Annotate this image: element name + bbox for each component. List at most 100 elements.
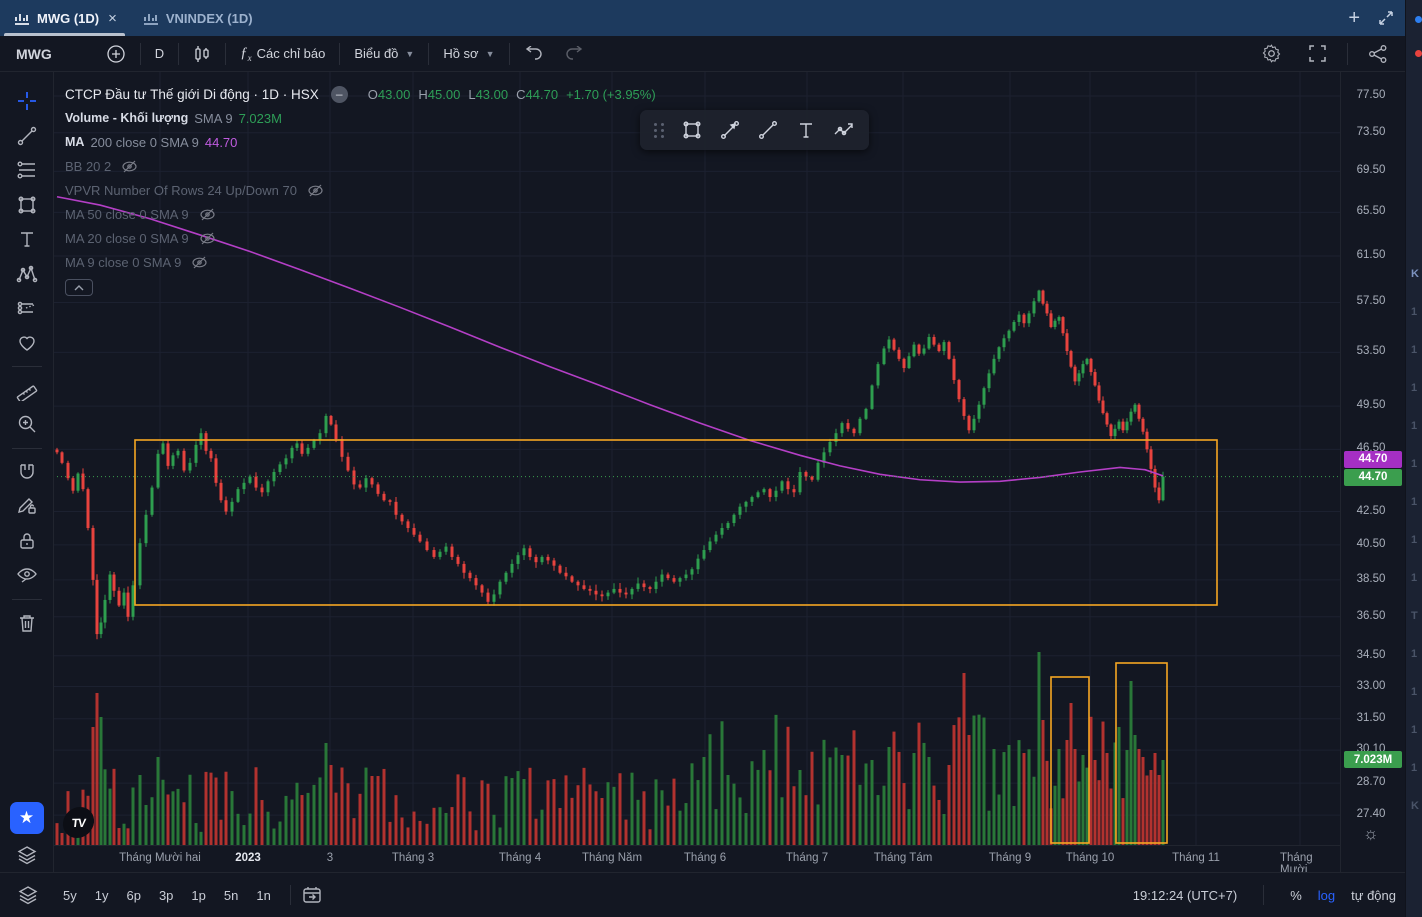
legend-row-ma9[interactable]: MA 9 close 0 SMA 9 bbox=[65, 250, 656, 274]
eye-slash-icon[interactable] bbox=[199, 232, 216, 245]
rectangle-tool-button[interactable] bbox=[675, 114, 709, 146]
trendline-icon bbox=[17, 126, 36, 145]
eye-slash-icon[interactable] bbox=[307, 184, 324, 197]
drawing-mode-button[interactable] bbox=[8, 489, 46, 523]
clock-label[interactable]: 19:12:24 (UTC+7) bbox=[1133, 888, 1237, 903]
range-6m-button[interactable]: 6p bbox=[117, 884, 149, 907]
legend-row-ma50[interactable]: MA 50 close 0 SMA 9 bbox=[65, 202, 656, 226]
favorites-star-button[interactable]: ★ bbox=[9, 801, 44, 834]
range-5y-button[interactable]: 5y bbox=[54, 884, 86, 907]
theme-sun-icon[interactable]: ☼ bbox=[1363, 824, 1379, 844]
log-scale-button[interactable]: log bbox=[1318, 888, 1335, 903]
add-tab-icon[interactable]: + bbox=[1348, 8, 1360, 28]
legend-row-vpvr[interactable]: VPVR Number Of Rows 24 Up/Down 70 bbox=[65, 178, 656, 202]
range-5d-button[interactable]: 5n bbox=[215, 884, 247, 907]
legend-collapse-circle-icon[interactable]: – bbox=[330, 85, 348, 103]
time-tick[interactable]: Tháng 3 bbox=[392, 852, 434, 864]
time-tick[interactable]: Tháng 7 bbox=[786, 852, 828, 864]
trendline-tool-button[interactable] bbox=[8, 118, 46, 152]
main-toolbar: MWG D ƒx Các chỉ báo Biểu đồ ▼ Hồ sơ ▼ bbox=[0, 36, 1422, 72]
legend-collapse-button[interactable] bbox=[65, 279, 93, 296]
zoom-in-tool-button[interactable] bbox=[8, 407, 46, 441]
time-axis[interactable]: Tháng Mười hai 2023 3 Tháng 3 Tháng 4 Tháng N… bbox=[54, 845, 1340, 888]
object-tree-button[interactable] bbox=[8, 838, 46, 872]
shapes-tool-button[interactable] bbox=[8, 187, 46, 221]
legend-row-ma200[interactable]: MA 200 close 0 SMA 9 44.70 bbox=[65, 130, 656, 154]
legend-row-ma20[interactable]: MA 20 close 0 SMA 9 bbox=[65, 226, 656, 250]
interval-button[interactable]: D bbox=[145, 40, 174, 68]
ruler-tool-button[interactable] bbox=[8, 373, 46, 407]
compare-button[interactable] bbox=[96, 40, 136, 68]
time-tick[interactable]: 2023 bbox=[235, 852, 261, 864]
undo-button[interactable] bbox=[514, 40, 554, 68]
right-panel-edge[interactable]: K 1 1 1 1 1 1 1 1 T 1 1 1 1 K bbox=[1405, 0, 1422, 917]
range-1y-button[interactable]: 1y bbox=[86, 884, 118, 907]
time-tick[interactable]: Tháng 11 bbox=[1172, 852, 1220, 864]
arrow-tool-button[interactable] bbox=[713, 114, 747, 146]
legend-row-volume[interactable]: Volume - Khối lượng SMA 9 7.023M bbox=[65, 106, 656, 130]
clipped-panel-glyph: T bbox=[1411, 610, 1418, 622]
star-icon: ★ bbox=[18, 807, 35, 827]
chart-tab-icon bbox=[15, 14, 29, 25]
range-1d-button[interactable]: 1n bbox=[247, 884, 279, 907]
tab-vnindex[interactable]: VNINDEX (1D) bbox=[129, 0, 265, 36]
ohlc-values: O43.00 H45.00 L43.00 C44.70 +1.70 (+3.95… bbox=[367, 86, 656, 102]
price-tick: 40.50 bbox=[1356, 537, 1386, 550]
redo-button[interactable] bbox=[554, 40, 594, 68]
hide-drawings-button[interactable] bbox=[8, 558, 46, 592]
candles-icon bbox=[195, 45, 209, 62]
go-to-date-button[interactable] bbox=[301, 885, 323, 905]
price-tick: 49.50 bbox=[1356, 399, 1386, 412]
price-tick: 31.50 bbox=[1356, 711, 1386, 724]
time-tick[interactable]: Tháng Năm bbox=[582, 852, 642, 864]
layers-icon bbox=[18, 886, 38, 905]
layout-menu-button[interactable]: Biểu đồ ▼ bbox=[344, 40, 424, 68]
chart-style-button[interactable] bbox=[183, 40, 221, 68]
status-dot-blue bbox=[1415, 16, 1422, 23]
indicators-button[interactable]: ƒx Các chỉ báo bbox=[230, 40, 335, 68]
emoji-tool-button[interactable] bbox=[8, 325, 46, 359]
text-tool-button[interactable] bbox=[8, 222, 46, 256]
eye-slash-icon[interactable] bbox=[121, 160, 138, 173]
time-tick[interactable]: Tháng 4 bbox=[499, 852, 541, 864]
time-tick[interactable]: Tháng Mười hai bbox=[119, 852, 201, 864]
symbol-button[interactable]: MWG bbox=[0, 46, 52, 62]
pattern-tool-button[interactable] bbox=[8, 256, 46, 290]
text-tool-button[interactable] bbox=[789, 114, 823, 146]
time-tick[interactable]: Tháng 9 bbox=[989, 852, 1031, 864]
symbol-title[interactable]: CTCP Đầu tư Thế giới Di động · 1D · HSX bbox=[65, 87, 319, 102]
close-tab-icon[interactable]: × bbox=[108, 10, 117, 27]
auto-scale-button[interactable]: tự động bbox=[1351, 888, 1396, 903]
crosshair-tool-button[interactable] bbox=[8, 84, 46, 118]
trendline-tool-button[interactable] bbox=[751, 114, 785, 146]
object-tree-bottom-button[interactable] bbox=[16, 884, 40, 906]
fullscreen-button[interactable] bbox=[1298, 40, 1337, 68]
range-3m-button[interactable]: 3p bbox=[150, 884, 182, 907]
eye-slash-icon[interactable] bbox=[191, 256, 208, 269]
arrow-icon bbox=[721, 121, 739, 139]
price-tick: 61.50 bbox=[1356, 248, 1386, 261]
time-tick[interactable]: Tháng 10 bbox=[1066, 852, 1115, 864]
forecast-tool-button[interactable] bbox=[8, 291, 46, 325]
percent-scale-button[interactable]: % bbox=[1290, 888, 1302, 903]
polyline-tool-button[interactable] bbox=[827, 114, 861, 146]
time-tick[interactable]: 3 bbox=[327, 852, 333, 864]
drag-handle-icon[interactable] bbox=[654, 122, 665, 138]
lock-drawings-button[interactable] bbox=[8, 524, 46, 558]
fib-tool-button[interactable] bbox=[8, 153, 46, 187]
range-1m-button[interactable]: 1p bbox=[182, 884, 214, 907]
tab-mwg[interactable]: MWG (1D) × bbox=[0, 0, 129, 36]
time-tick[interactable]: Tháng 6 bbox=[684, 852, 726, 864]
price-axis[interactable]: 44.70 44.70 7.023M ☼ 77.50 73.50 69.50 65.5… bbox=[1340, 72, 1405, 872]
last-price-badge: 44.70 bbox=[1344, 468, 1402, 486]
remove-drawings-button[interactable] bbox=[8, 606, 46, 640]
settings-button[interactable] bbox=[1251, 40, 1292, 68]
profile-menu-button[interactable]: Hồ sơ ▼ bbox=[433, 40, 504, 68]
expand-icon[interactable] bbox=[1378, 10, 1394, 26]
eye-slash-icon[interactable] bbox=[199, 208, 216, 221]
chart-pane[interactable]: CTCP Đầu tư Thế giới Di động · 1D · HSX … bbox=[54, 72, 1340, 845]
time-tick[interactable]: Tháng Tám bbox=[874, 852, 933, 864]
share-button[interactable] bbox=[1358, 40, 1398, 68]
magnet-mode-button[interactable] bbox=[8, 455, 46, 489]
legend-row-bb[interactable]: BB 20 2 bbox=[65, 154, 656, 178]
